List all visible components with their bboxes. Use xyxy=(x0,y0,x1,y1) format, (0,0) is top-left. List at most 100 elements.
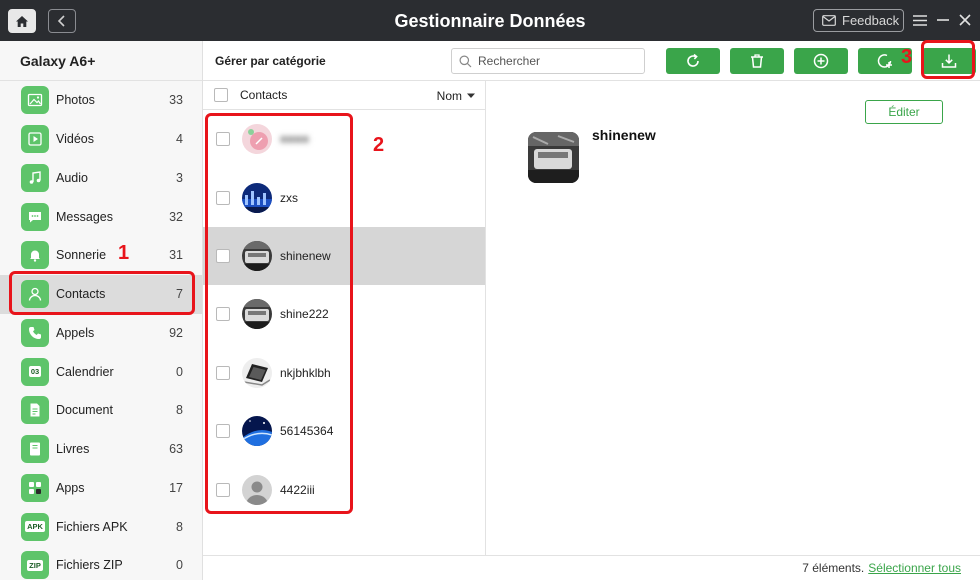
trash-icon xyxy=(751,54,763,68)
sidebar-item-label: Document xyxy=(56,403,113,418)
sidebar-item-label: Messages xyxy=(56,209,113,224)
sidebar-item-fichiers-apk[interactable]: APK Fichiers APK 8 xyxy=(0,507,202,546)
sidebar-item-label: Appels xyxy=(56,325,95,340)
contact-name: zxs xyxy=(280,190,298,205)
contact-avatar xyxy=(242,357,272,388)
contact-row[interactable]: 4422iii xyxy=(203,460,485,518)
mail-icon xyxy=(822,15,836,26)
message-icon xyxy=(21,202,49,231)
feedback-label: Feedback xyxy=(842,13,900,28)
sidebar-item-audio[interactable]: Audio 3 xyxy=(0,159,202,198)
sidebar-item-count: 63 xyxy=(169,442,183,457)
contact-row[interactable]: zxs xyxy=(203,168,485,226)
book-icon xyxy=(21,435,49,464)
sidebar-item-messages[interactable]: Messages 32 xyxy=(0,197,202,236)
contact-detail-avatar xyxy=(528,132,579,183)
calendar-icon: 03 xyxy=(21,357,49,386)
sidebar-item-count: 8 xyxy=(176,403,183,418)
feedback-button[interactable]: Feedback xyxy=(813,9,904,32)
device-name: Galaxy A6+ xyxy=(0,41,202,81)
contact-checkbox[interactable] xyxy=(216,482,230,497)
person-icon xyxy=(21,280,49,309)
sidebar-item-sonnerie[interactable]: Sonnerie 31 xyxy=(0,236,202,275)
refresh-button[interactable] xyxy=(666,48,720,74)
contact-checkbox[interactable] xyxy=(216,190,230,205)
sidebar-item-label: Apps xyxy=(56,480,85,495)
sidebar-item-label: Fichiers ZIP xyxy=(56,558,123,573)
category-list: Photos 33 Vidéos 4 Audio 3 Messages 32 Sonnerie 3… xyxy=(0,81,202,580)
sidebar-item-appels[interactable]: Appels 92 xyxy=(0,314,202,353)
contact-list-header: Contacts Nom xyxy=(203,81,485,110)
sidebar-item-fichiers-zip[interactable]: ZIP Fichiers ZIP 0 xyxy=(0,546,202,580)
refresh-icon xyxy=(687,53,699,67)
contact-checkbox[interactable] xyxy=(216,248,230,263)
sidebar-item-count: 17 xyxy=(169,480,183,495)
contact-checkbox[interactable] xyxy=(216,132,230,147)
sidebar-item-count: 31 xyxy=(169,248,183,263)
contact-avatar xyxy=(242,182,272,213)
add-button[interactable] xyxy=(794,48,848,74)
sidebar-item-count: 0 xyxy=(176,558,183,573)
zip-file-icon: ZIP xyxy=(21,551,49,580)
contacts-column-label: Contacts xyxy=(240,88,288,102)
sidebar-item-label: Livres xyxy=(56,442,90,457)
contact-checkbox[interactable] xyxy=(216,424,230,439)
hamburger-menu-icon xyxy=(913,14,927,26)
add-to-device-icon xyxy=(877,54,892,68)
sidebar-item-count: 7 xyxy=(176,287,183,302)
sidebar-item-count: 92 xyxy=(169,325,183,340)
sort-dropdown[interactable]: Nom xyxy=(437,89,475,103)
sidebar-item-calendrier[interactable]: 03 Calendrier 0 xyxy=(0,352,202,391)
search-box xyxy=(451,48,645,74)
delete-button[interactable] xyxy=(730,48,784,74)
to-device-button[interactable] xyxy=(858,48,912,74)
sidebar-item-document[interactable]: Document 8 xyxy=(0,391,202,430)
contact-avatar xyxy=(242,124,272,155)
apk-file-icon: APK xyxy=(21,512,49,541)
contact-name: 56145364 xyxy=(280,424,334,439)
manage-by-category-label: Gérer par catégorie xyxy=(215,54,326,68)
sidebar-item-vid-os[interactable]: Vidéos 4 xyxy=(0,120,202,159)
contact-row[interactable]: 56145364 xyxy=(203,402,485,460)
sidebar-item-label: Photos xyxy=(56,93,95,108)
chevron-left-icon xyxy=(57,15,65,27)
select-all-checkbox[interactable] xyxy=(214,88,228,102)
select-all-link[interactable]: Sélectionner tous xyxy=(868,561,961,575)
status-bar: 7 éléments. Sélectionner tous xyxy=(203,555,980,580)
sidebar-item-livres[interactable]: Livres 63 xyxy=(0,430,202,469)
contact-row[interactable]: shinenew xyxy=(203,226,485,286)
sidebar-item-count: 3 xyxy=(176,170,183,185)
sidebar: Galaxy A6+ Photos 33 Vidéos 4 Audio 3 Messages… xyxy=(0,41,203,580)
sidebar-item-count: 32 xyxy=(169,209,183,224)
to-pc-button[interactable] xyxy=(922,48,976,74)
sidebar-item-label: Calendrier xyxy=(56,364,114,379)
sidebar-item-photos[interactable]: Photos 33 xyxy=(0,81,202,120)
close-icon xyxy=(959,14,971,26)
sidebar-item-label: Contacts xyxy=(56,287,106,302)
menu-button[interactable] xyxy=(910,10,930,30)
edit-button[interactable]: Éditer xyxy=(865,100,943,124)
contact-name: nkjbhklbh xyxy=(280,365,331,380)
contact-detail-name: shinenew xyxy=(592,127,656,143)
contact-name: 4422iii xyxy=(280,482,315,497)
sort-label: Nom xyxy=(436,89,462,103)
plus-circle-icon xyxy=(813,53,829,69)
contact-rows: ■■■■ zxs shinenew shine222 nkjbhklbh 56145364… xyxy=(203,110,485,519)
close-button[interactable] xyxy=(955,10,975,30)
minimize-button[interactable] xyxy=(933,10,953,30)
home-icon xyxy=(16,15,28,27)
sidebar-item-contacts[interactable]: Contacts 7 xyxy=(0,274,202,314)
search-input[interactable] xyxy=(478,54,638,68)
contact-name: ■■■■ xyxy=(280,132,309,147)
contact-avatar xyxy=(242,474,272,505)
home-button[interactable] xyxy=(8,9,36,33)
phone-icon xyxy=(21,318,49,347)
contact-name: shinenew xyxy=(280,248,331,263)
sidebar-item-apps[interactable]: Apps 17 xyxy=(0,469,202,508)
contact-checkbox[interactable] xyxy=(216,307,230,322)
contact-row[interactable]: nkjbhklbh xyxy=(203,344,485,402)
back-button[interactable] xyxy=(48,9,76,33)
contact-row[interactable]: shine222 xyxy=(203,285,485,343)
contact-checkbox[interactable] xyxy=(216,365,230,380)
contact-row[interactable]: ■■■■ xyxy=(203,110,485,168)
